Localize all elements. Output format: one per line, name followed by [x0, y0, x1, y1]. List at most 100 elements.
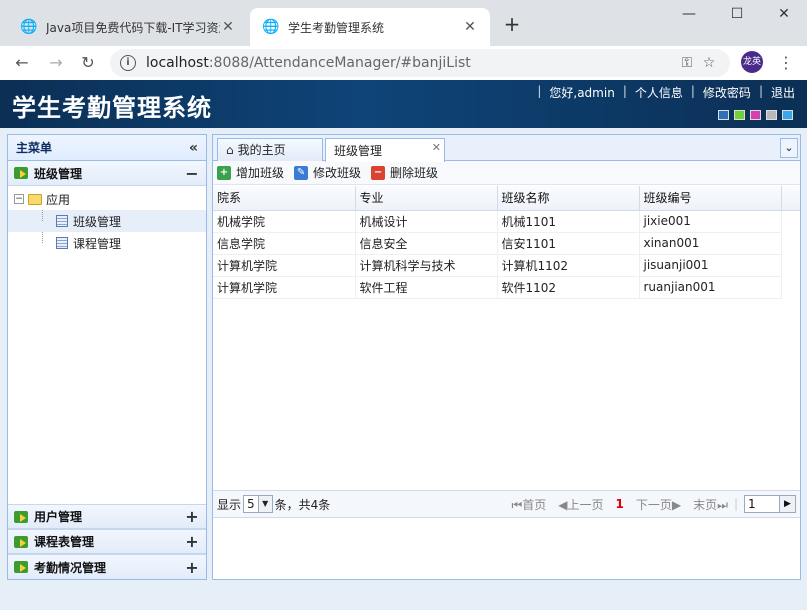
table-row[interactable]: 机械学院 机械设计 机械1101 jixie001 — [213, 210, 800, 233]
delete-class-button[interactable]: − 删除班级 — [371, 164, 438, 181]
accordion-class-management[interactable]: 班级管理 − — [8, 161, 206, 186]
tree-node-class-management[interactable]: 班级管理 — [8, 210, 206, 232]
expand-icon[interactable]: + — [184, 558, 200, 577]
key-icon[interactable]: ⚿ — [676, 55, 698, 71]
browser-tab-1[interactable]: 🌐 Java项目免费代码下载-IT学习资源 ✕ — [8, 8, 248, 46]
page-icon — [56, 237, 68, 249]
chevron-down-icon: ▼ — [257, 496, 272, 512]
main-menu-panel: 主菜单 « 班级管理 − − 应用 班级管理 课程管理 用户管理 + 课程表管理… — [7, 134, 207, 580]
close-tab-icon[interactable]: ✕ — [432, 137, 441, 159]
logout-link[interactable]: 退出 — [771, 84, 795, 101]
tab-class-management[interactable]: 班级管理 ✕ — [325, 138, 445, 162]
back-icon[interactable]: ← — [10, 51, 34, 75]
first-page-link[interactable]: ⏮首页 — [511, 496, 546, 513]
column-header[interactable]: 院系 — [213, 186, 356, 211]
accordion-schedule-management[interactable]: 课程表管理 + — [8, 529, 206, 554]
page-body: 主菜单 « 班级管理 − − 应用 班级管理 课程管理 用户管理 + 课程表管理… — [0, 128, 807, 610]
column-header-filler — [781, 186, 800, 211]
theme-switcher — [713, 110, 793, 120]
new-tab-icon[interactable]: + — [500, 12, 524, 36]
tab-home[interactable]: ⌂ 我的主页 — [217, 138, 323, 161]
add-class-button[interactable]: + 增加班级 — [217, 164, 284, 181]
theme-swatch-sky[interactable] — [782, 110, 793, 120]
table-cell: 计算机1102 — [497, 254, 640, 277]
current-page: 1 — [615, 497, 624, 511]
first-page-icon: ⏮ — [511, 497, 523, 512]
theme-swatch-green[interactable] — [734, 110, 745, 120]
prev-page-icon: ◀ — [558, 497, 568, 512]
pager-summary: 条，共4条 — [274, 497, 331, 512]
browser-tab-2[interactable]: 🌐 学生考勤管理系统 ✕ — [250, 8, 490, 46]
accordion-attendance-management[interactable]: 考勤情况管理 + — [8, 554, 206, 579]
table-cell: 计算机科学与技术 — [355, 254, 498, 277]
class-table: 院系 专业 班级名称 班级编号 机械学院 机械设计 机械1101 jixie00… — [213, 186, 800, 299]
last-page-link[interactable]: 末页⏭ — [693, 496, 728, 513]
tree-node-app[interactable]: − 应用 — [8, 188, 206, 210]
globe-icon: 🌐 — [262, 19, 280, 35]
edit-class-button[interactable]: ✎ 修改班级 — [294, 164, 361, 181]
maximize-icon[interactable]: ☐ — [714, 0, 760, 30]
table-row[interactable]: 计算机学院 计算机科学与技术 计算机1102 jisuanji001 — [213, 254, 800, 277]
accordion-user-management[interactable]: 用户管理 + — [8, 504, 206, 529]
profile-info-link[interactable]: 个人信息 — [635, 84, 683, 101]
site-info-icon[interactable]: i — [120, 55, 136, 71]
pagination-bar: 显示 5 ▼ 条，共4条 ⏮首页 ◀上一页 1 下一页▶ 末页⏭ | 1 ▶ — [213, 490, 800, 518]
address-bar: ← → ↻ i localhost:8088/AttendanceManager… — [0, 46, 807, 80]
profile-avatar[interactable]: 龙英 — [741, 51, 763, 73]
reload-icon[interactable]: ↻ — [76, 51, 100, 75]
theme-swatch-pink[interactable] — [750, 110, 761, 120]
content-panel: ⌂ 我的主页 班级管理 ✕ ⌄ + 增加班级 ✎ 修改班级 − 删除班级 院系 … — [212, 134, 801, 580]
pager-nav: ⏮首页 ◀上一页 1 下一页▶ 末页⏭ | 1 ▶ — [505, 495, 796, 513]
content-tabs: ⌂ 我的主页 班级管理 ✕ ⌄ — [213, 135, 800, 162]
table-cell: 计算机学院 — [213, 276, 356, 299]
column-header[interactable]: 班级名称 — [497, 186, 640, 211]
menu-tree: − 应用 班级管理 课程管理 — [8, 186, 206, 256]
column-header[interactable]: 专业 — [355, 186, 498, 211]
url-field[interactable]: i localhost:8088/AttendanceManager/#banj… — [110, 49, 730, 77]
table-cell: 软件工程 — [355, 276, 498, 299]
collapse-panel-icon[interactable]: « — [189, 140, 198, 156]
page-size-select[interactable]: 5 ▼ — [243, 495, 273, 513]
star-icon[interactable]: ☆ — [698, 55, 720, 71]
accordion-collapsed-sections: 用户管理 + 课程表管理 + 考勤情况管理 + — [8, 504, 206, 579]
minimize-icon[interactable]: — — [666, 0, 712, 30]
class-grid: 院系 专业 班级名称 班级编号 机械学院 机械设计 机械1101 jixie00… — [213, 186, 800, 299]
go-page-icon[interactable]: ▶ — [780, 495, 796, 513]
forward-icon[interactable]: → — [44, 51, 68, 75]
module-icon — [14, 510, 28, 523]
greeting-link[interactable]: 您好,admin — [549, 84, 614, 101]
prev-page-link[interactable]: ◀上一页 — [558, 496, 603, 513]
change-password-link[interactable]: 修改密码 — [703, 84, 751, 101]
close-tab-icon[interactable]: ✕ — [220, 19, 236, 35]
tree-collapse-icon[interactable]: − — [14, 194, 24, 204]
expand-icon[interactable]: + — [184, 507, 200, 526]
table-cell: 机械设计 — [355, 210, 498, 233]
table-cell: jisuanji001 — [639, 254, 782, 277]
add-icon: + — [217, 165, 231, 180]
next-page-icon: ▶ — [671, 497, 682, 512]
table-row[interactable]: 计算机学院 软件工程 软件1102 ruanjian001 — [213, 276, 800, 299]
browser-tab-title: 学生考勤管理系统 — [288, 20, 385, 35]
table-cell: 机械学院 — [213, 210, 356, 233]
browser-menu-icon[interactable]: ⋮ — [776, 51, 796, 75]
url-text[interactable]: localhost:8088/AttendanceManager/#banjiL… — [146, 55, 676, 71]
theme-swatch-blue[interactable] — [718, 110, 729, 120]
collapse-icon[interactable]: − — [184, 164, 200, 183]
tabs-dropdown-icon[interactable]: ⌄ — [780, 138, 798, 158]
expand-icon[interactable]: + — [184, 532, 200, 551]
window-close-icon[interactable]: ✕ — [761, 0, 807, 30]
tree-node-course-management[interactable]: 课程管理 — [8, 232, 206, 254]
column-header[interactable]: 班级编号 — [639, 186, 782, 211]
app-title: 学生考勤管理系统 — [12, 94, 212, 122]
next-page-link[interactable]: 下一页▶ — [636, 496, 681, 513]
home-icon: ⌂ — [226, 143, 234, 157]
browser-tab-title: Java项目免费代码下载-IT学习资源 — [46, 20, 220, 35]
main-menu-header: 主菜单 « — [8, 135, 206, 161]
module-icon — [14, 167, 28, 179]
page-number-input[interactable]: 1 — [744, 495, 780, 513]
theme-swatch-gray[interactable] — [766, 110, 777, 120]
folder-icon — [28, 193, 42, 205]
browser-tabstrip: 🌐 Java项目免费代码下载-IT学习资源 ✕ 🌐 学生考勤管理系统 ✕ + —… — [0, 0, 807, 46]
table-row[interactable]: 信息学院 信息安全 信安1101 xinan001 — [213, 232, 800, 255]
close-tab-icon[interactable]: ✕ — [462, 19, 478, 35]
